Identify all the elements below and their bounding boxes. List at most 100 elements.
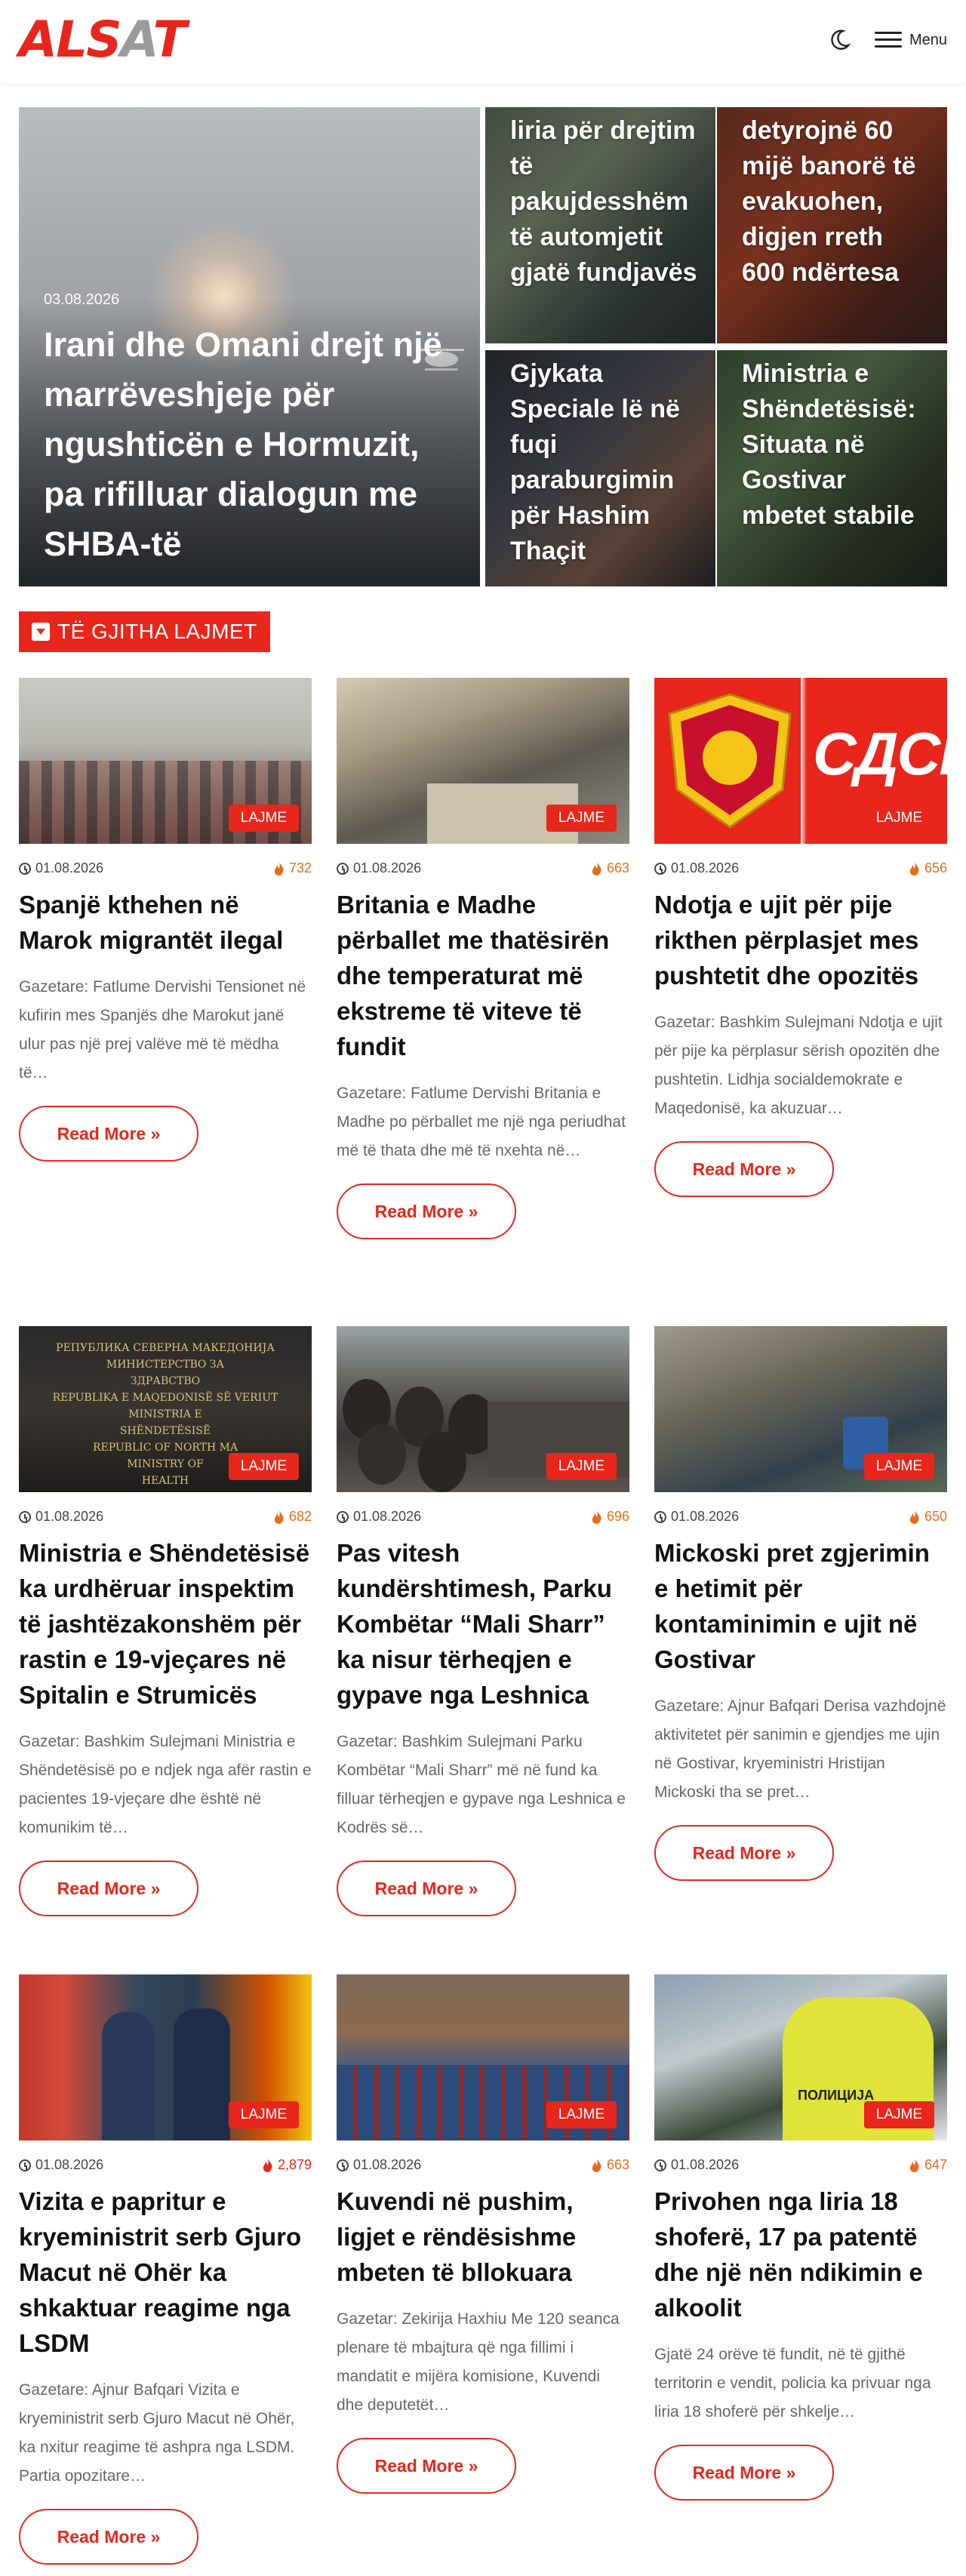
category-badge[interactable]: LAJME xyxy=(546,1453,617,1480)
hero-title[interactable]: Irani dhe Omani drejt një marrëveshjeje … xyxy=(44,320,457,569)
thumbnail-caption: ПОЛИЦИЈА xyxy=(798,2088,875,2103)
category-badge[interactable]: LAJME xyxy=(863,2101,934,2128)
article-title[interactable]: Spanjë kthehen në Marok migrantët ilegal xyxy=(19,887,312,958)
read-more-button[interactable]: Read More » xyxy=(337,2438,516,2494)
read-more-button[interactable]: Read More » xyxy=(19,1106,198,1162)
flame-icon xyxy=(592,2158,601,2172)
category-badge[interactable]: LAJME xyxy=(228,1453,299,1480)
article-thumbnail[interactable]: РЕПУБЛИКА СЕВЕРНА МАКЕДОНИЈА МИНИСТЕРСТВ… xyxy=(19,1326,312,1492)
hero-small-title[interactable]: Gjykata Speciale lë në fuqi paraburgimin… xyxy=(510,356,700,569)
view-count: 2,879 xyxy=(277,2157,312,2172)
dark-mode-moon-icon[interactable] xyxy=(826,27,852,53)
sign-line: SHËNDETËSISË xyxy=(119,1425,211,1437)
hero-small-title[interactable]: detyrojnë 60 mijë banorë të evakuohen, d… xyxy=(742,113,932,291)
flame-icon xyxy=(909,2158,919,2172)
article-date: 01.08.2026 xyxy=(671,2157,740,2172)
read-more-button[interactable]: Read More » xyxy=(337,1183,516,1239)
article-excerpt: Gazetar: Bashkim Sulejmani Ndotja e ujit… xyxy=(654,1014,943,1117)
read-more-button[interactable]: Read More » xyxy=(654,1825,834,1881)
article-card: СДСМ LAJME 01.08.2026 656 Ndotja e ujit … xyxy=(654,678,947,1197)
view-count: 647 xyxy=(924,2157,947,2172)
flame-icon xyxy=(263,2158,272,2172)
view-count: 656 xyxy=(924,860,947,876)
logo-text-accent: A xyxy=(120,11,155,69)
flame-icon xyxy=(592,861,601,876)
article-card: РЕПУБЛИКА СЕВЕРНА МАКЕДОНИЈА МИНИСТЕРСТВ… xyxy=(19,1326,312,1916)
flame-icon xyxy=(274,861,284,876)
article-date: 01.08.2026 xyxy=(353,860,422,876)
article-title[interactable]: Britania e Madhe përballet me thatësirën… xyxy=(337,887,629,1064)
article-thumbnail[interactable]: LAJME xyxy=(337,1974,629,2141)
thumbnail-caption: СДСМ xyxy=(813,720,947,787)
article-thumbnail[interactable]: LAJME xyxy=(19,1974,312,2141)
category-badge[interactable]: LAJME xyxy=(863,1453,934,1480)
clock-icon xyxy=(654,862,666,875)
article-card: LAJME 01.08.2026 696 Pas vitesh kundërsh… xyxy=(337,1326,629,1916)
clock-icon xyxy=(337,1510,349,1523)
article-thumbnail[interactable]: LAJME xyxy=(654,1326,947,1492)
hero-small-title[interactable]: liria për drejtim të pakujdesshëm të aut… xyxy=(510,113,700,291)
view-count: 696 xyxy=(606,1509,629,1524)
category-badge[interactable]: LAJME xyxy=(228,805,299,832)
hero-date: 03.08.2026 xyxy=(44,291,120,308)
category-badge[interactable]: LAJME xyxy=(546,2101,617,2128)
read-more-button[interactable]: Read More » xyxy=(19,1860,198,1916)
article-title[interactable]: Privohen nga liria 18 shoferë, 17 pa pat… xyxy=(654,2184,947,2325)
clock-icon xyxy=(337,862,349,875)
hero-main-story[interactable]: 03.08.2026 Irani dhe Omani drejt një mar… xyxy=(19,107,480,586)
article-date: 01.08.2026 xyxy=(35,860,104,876)
article-date: 01.08.2026 xyxy=(671,860,740,876)
header-actions: Menu xyxy=(826,27,947,53)
section-badge[interactable]: TË GJITHA LAJMET xyxy=(19,611,270,652)
hero-small-story[interactable]: Gjykata Speciale lë në fuqi paraburgimin… xyxy=(485,350,715,586)
menu-label: Menu xyxy=(909,31,947,48)
category-badge[interactable]: LAJME xyxy=(546,805,617,832)
read-more-button[interactable]: Read More » xyxy=(654,1141,834,1197)
category-badge[interactable]: LAJME xyxy=(863,805,934,832)
read-more-button[interactable]: Read More » xyxy=(19,2509,198,2565)
article-excerpt: Gazetar: Bashkim Sulejmani Ministria e S… xyxy=(19,1733,312,1836)
article-title[interactable]: Vizita e papritur e kryeministrit serb G… xyxy=(19,2184,312,2361)
article-thumbnail[interactable]: СДСМ LAJME xyxy=(654,678,947,844)
article-excerpt: Gjatë 24 orëve të fundit, në të gjithë t… xyxy=(654,2346,931,2421)
flame-icon xyxy=(274,1510,284,1524)
clock-icon xyxy=(654,2159,666,2171)
hero-small-story[interactable]: Ministria e Shëndetësisë: Situata në Gos… xyxy=(717,350,947,586)
article-card: LAJME 01.08.2026 663 Kuvendi në pushim, … xyxy=(337,1974,629,2494)
read-more-button[interactable]: Read More » xyxy=(654,2445,834,2501)
flame-icon xyxy=(909,1510,919,1524)
section-label: TË GJITHA LAJMET xyxy=(57,620,257,643)
hamburger-icon xyxy=(874,30,902,50)
article-excerpt: Gazetar: Bashkim Sulejmani Parku Kombëta… xyxy=(337,1733,626,1836)
hero-small-story[interactable]: detyrojnë 60 mijë banorë të evakuohen, d… xyxy=(717,107,947,343)
article-card: LAJME 01.08.2026 650 Mickoski pret zgjer… xyxy=(654,1326,947,1881)
hero-grid: 03.08.2026 Irani dhe Omani drejt një mar… xyxy=(19,107,947,586)
article-date: 01.08.2026 xyxy=(35,2157,104,2172)
read-more-button[interactable]: Read More » xyxy=(337,1860,516,1916)
article-date: 01.08.2026 xyxy=(353,1509,422,1524)
article-thumbnail[interactable]: ПОЛИЦИЈА LAJME xyxy=(654,1974,947,2141)
article-title[interactable]: Mickoski pret zgjerimin e hetimit për ko… xyxy=(654,1535,947,1677)
article-title[interactable]: Ministria e Shëndetësisë ka urdhëruar in… xyxy=(19,1535,312,1713)
article-card: ПОЛИЦИЈА LAJME 01.08.2026 647 Privohen n… xyxy=(654,1974,947,2501)
article-card: LAJME 01.08.2026 663 Britania e Madhe pë… xyxy=(337,678,629,1239)
article-thumbnail[interactable]: LAJME xyxy=(337,1326,629,1492)
article-excerpt: Gazetare: Ajnur Bafqari Vizita e kryemin… xyxy=(19,2381,295,2485)
hero-small-story[interactable]: liria për drejtim të pakujdesshëm të aut… xyxy=(485,107,715,343)
article-thumbnail[interactable]: LAJME xyxy=(19,678,312,844)
article-title[interactable]: Kuvendi në pushim, ligjet e rëndësishme … xyxy=(337,2184,629,2290)
sign-line: МИНИСТЕРСТВО ЗА xyxy=(106,1359,225,1371)
article-excerpt: Gazetare: Fatlume Dervishi Britania e Ma… xyxy=(337,1085,626,1159)
menu-button[interactable]: Menu xyxy=(874,30,947,50)
site-logo[interactable]: ALSAT xyxy=(19,14,245,66)
article-card: LAJME 01.08.2026 732 Spanjë kthehen në M… xyxy=(19,678,312,1162)
article-title[interactable]: Ndotja e ujit për pije rikthen përplasje… xyxy=(654,887,947,993)
article-date: 01.08.2026 xyxy=(35,1509,104,1524)
category-badge[interactable]: LAJME xyxy=(228,2101,299,2128)
logo-text-end: T xyxy=(152,11,186,69)
article-excerpt: Gazetare: Ajnur Bafqari Derisa vazhdojnë… xyxy=(654,1697,946,1801)
article-excerpt: Gazetare: Fatlume Dervishi Tensionet në … xyxy=(19,978,306,1082)
article-thumbnail[interactable]: LAJME xyxy=(337,678,629,844)
article-title[interactable]: Pas vitesh kundërshtimesh, Parku Kombëta… xyxy=(337,1535,629,1713)
hero-small-title[interactable]: Ministria e Shëndetësisë: Situata në Gos… xyxy=(742,356,932,534)
